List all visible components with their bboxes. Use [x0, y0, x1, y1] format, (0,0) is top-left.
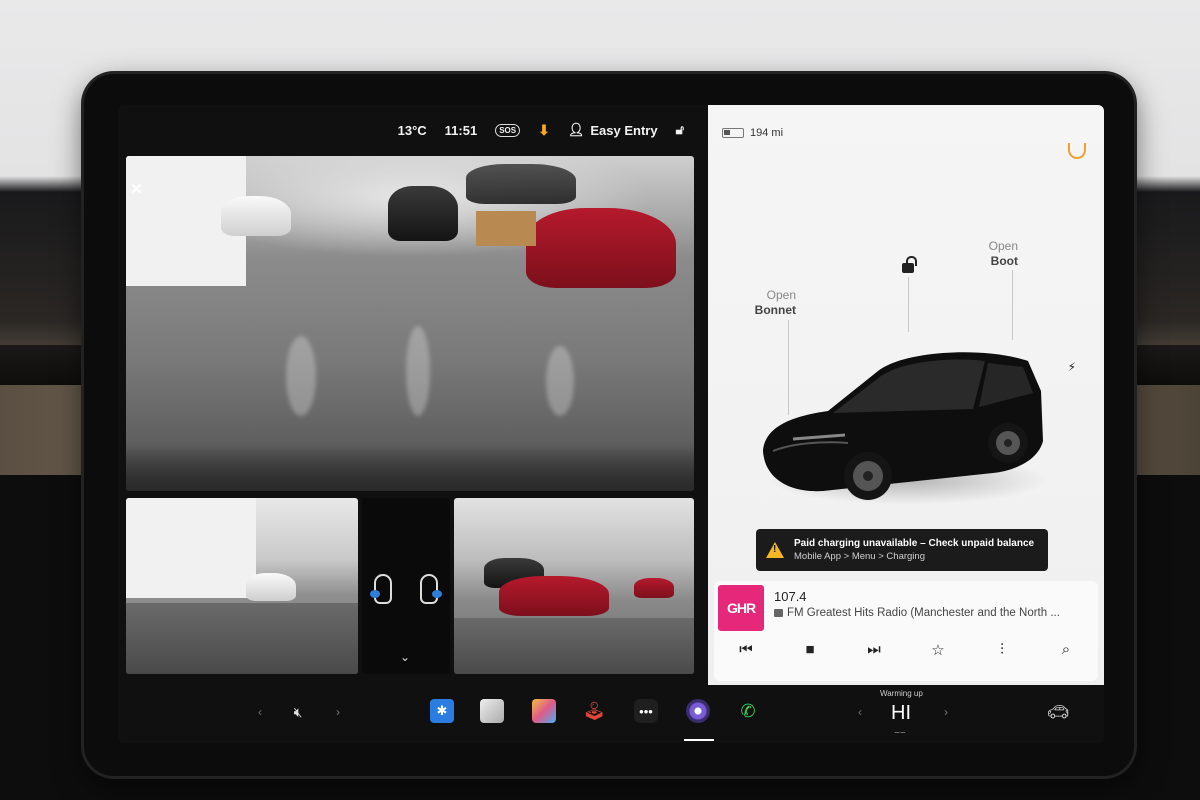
search-icon[interactable]: ⌕ — [1051, 641, 1081, 659]
camera-white-car — [246, 573, 296, 601]
media-player: GHR 107.4 FM Greatest Hits Radio (Manche… — [714, 581, 1098, 681]
tpms-icon[interactable] — [1068, 143, 1086, 159]
camera-red-car — [499, 576, 609, 616]
station-name: FM Greatest Hits Radio (Manchester and t… — [787, 607, 1060, 619]
camera-white-car — [221, 196, 291, 236]
open-bonnet-line1: Open — [766, 288, 796, 302]
unlock-icon[interactable] — [902, 256, 917, 273]
charging-alert[interactable]: Paid charging unavailable – Check unpaid… — [756, 529, 1048, 571]
equalizer-icon[interactable]: ⫶ — [987, 641, 1017, 659]
open-boot-line1: Open — [988, 239, 1018, 253]
climate-down-chevron-icon[interactable]: ‹ — [848, 700, 872, 724]
outside-temperature: 13°C — [397, 122, 427, 138]
bumper-edge — [126, 446, 694, 491]
close-camera-icon[interactable]: ✕ — [130, 180, 143, 198]
battery-range: 194 mi — [750, 127, 784, 139]
mute-icon[interactable]: 🔇︎ — [286, 700, 310, 724]
station-name-row: FM Greatest Hits Radio (Manchester and t… — [774, 607, 1094, 619]
alert-subtitle: Mobile App > Menu > Charging — [794, 551, 925, 562]
left-repeater-camera[interactable] — [126, 498, 358, 674]
camera-wall — [126, 498, 256, 598]
climate-up-chevron-icon[interactable]: › — [934, 700, 958, 724]
bluetooth-icon[interactable]: ✱ — [430, 699, 454, 723]
active-app-indicator — [684, 739, 714, 741]
camera-red-car — [634, 578, 674, 598]
favorite-star-icon[interactable]: ☆ — [923, 641, 953, 659]
more-apps-icon[interactable]: ••• — [634, 699, 658, 723]
car-icon[interactable]: 🚗︎ — [1046, 700, 1070, 724]
volume-up-chevron-icon[interactable]: › — [326, 700, 350, 724]
radio-icon — [774, 608, 783, 617]
stop-icon[interactable]: ■ — [795, 641, 825, 659]
camera-red-car — [526, 208, 676, 288]
camera-selector — [362, 498, 450, 674]
sos-icon[interactable]: SOS — [495, 123, 521, 137]
vehicle-model — [763, 352, 1043, 500]
camera-crates — [476, 211, 536, 246]
volume-down-chevron-icon[interactable]: ‹ — [248, 700, 272, 724]
media-controls: ⏮ ■ ⏭ ☆ ⫶ ⌕ — [714, 641, 1098, 659]
previous-track-icon[interactable]: ⏮ — [731, 641, 761, 659]
toybox-icon[interactable] — [480, 699, 504, 723]
open-bonnet-line2: Bonnet — [754, 303, 796, 317]
rear-camera-view[interactable] — [126, 156, 694, 491]
profile-label: Easy Entry — [590, 122, 658, 138]
battery-status: 194 mi — [722, 127, 783, 139]
right-repeater-camera[interactable] — [454, 498, 694, 674]
person-icon: 👤︎ — [567, 122, 585, 137]
clock: 11:51 — [444, 122, 478, 138]
open-boot-line2: Boot — [990, 254, 1018, 268]
battery-icon — [722, 128, 744, 138]
warning-icon — [766, 542, 784, 558]
unlock-icon[interactable]: 🔓︎ — [676, 122, 684, 138]
lock-lead-line — [908, 277, 909, 332]
floor-reflection — [286, 336, 316, 416]
camera-floor — [454, 618, 694, 674]
station-frequency: 107.4 — [774, 589, 807, 604]
floor-reflection — [406, 326, 430, 416]
open-bonnet-button[interactable]: Open Bonnet — [736, 288, 796, 318]
camera-dark-car — [388, 186, 458, 241]
alert-text: Paid charging unavailable – Check unpaid… — [794, 538, 1034, 562]
phone-icon[interactable]: ✆ — [736, 699, 760, 723]
status-bar: 13°C 11:51 SOS ⬇ 👤︎ Easy Entry 🔓︎ — [118, 105, 698, 155]
right-camera-car-icon[interactable] — [420, 574, 442, 604]
joystick-icon[interactable]: 🕹︎ — [582, 699, 606, 723]
chevron-down-icon[interactable]: ⌄ — [400, 650, 410, 664]
alert-title: Paid charging unavailable – Check unpaid… — [794, 538, 1035, 549]
left-camera-car-icon[interactable] — [370, 574, 392, 604]
climate-status: Warming up — [880, 689, 923, 698]
camera-lifted-car — [466, 164, 576, 204]
touchscreen: 13°C 11:51 SOS ⬇ 👤︎ Easy Entry 🔓︎ ✕ ⌄ 19… — [118, 105, 1104, 743]
seat-heater-icon[interactable]: ⌣⌣ — [894, 727, 906, 738]
camera-icon[interactable] — [686, 699, 710, 723]
climate-temperature[interactable]: HI — [891, 702, 911, 725]
station-logo[interactable]: GHR — [718, 585, 764, 631]
vehicle-panel: 194 mi Open Bonnet Open Boot ⚡︎ ! Paid c… — [708, 105, 1104, 685]
floor-reflection — [546, 346, 574, 416]
download-icon[interactable]: ⬇ — [538, 122, 550, 139]
next-track-icon[interactable]: ⏭ — [859, 641, 889, 659]
open-boot-button[interactable]: Open Boot — [958, 239, 1018, 269]
driver-profile[interactable]: 👤︎ Easy Entry — [568, 122, 658, 138]
boot-lead-line — [1012, 270, 1013, 340]
lightning-icon[interactable]: ⚡︎ — [1068, 360, 1076, 374]
camera-floor — [126, 603, 358, 674]
app-launcher-icon[interactable] — [532, 699, 556, 723]
